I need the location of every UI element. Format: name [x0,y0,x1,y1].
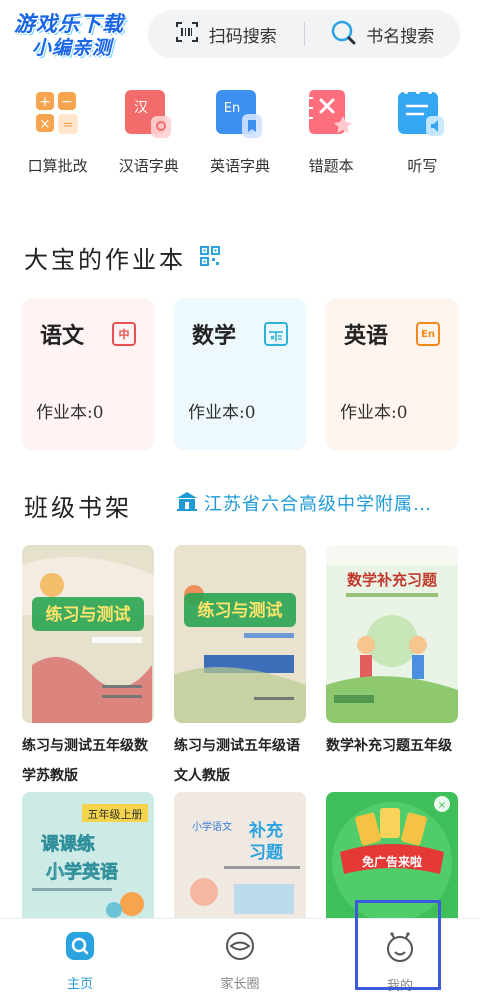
watermark-logo: 游戏乐下载 小编亲测 [14,12,154,64]
english-dictionary-icon: En [214,88,266,140]
search-icon [330,19,356,50]
tools-row: + − × = 口算批改 汉 汉语字典 En 英语字典 错题本 听写 [0,88,480,218]
cover-title: 练习与测试 [198,600,283,621]
book-search-button[interactable]: 书名搜索 [305,10,461,58]
nav-label: 主页 [66,977,93,992]
svg-text:补充: 补充 [248,820,283,841]
scan-search-label: 扫码搜索 [208,26,277,47]
cover-tag: 小学语文 [192,820,232,833]
tool-oral-calc[interactable]: + − × = 口算批改 [18,88,98,218]
book-search-label: 书名搜索 [366,26,435,47]
ad-label: 免广告来啦 [362,854,422,869]
homework-count: 作业本:0 [36,403,104,423]
homework-title: 大宝的作业本 [24,246,186,274]
tool-label: 听写 [407,157,438,175]
watermark-line-1: 游戏乐下载 [14,12,124,36]
subject-card-math[interactable]: 数学 作业本:0 [174,298,306,450]
book-cover: 数学补充习题 [326,545,458,723]
school-selector[interactable]: 江苏省六合高级中学附属… [176,490,432,516]
tool-label: 口算批改 [27,157,88,175]
book-item[interactable]: 练习与测试 练习与测试五年级语文人教版 [174,545,306,791]
svg-text:+: + [39,94,51,110]
tool-label: 汉语字典 [118,157,179,175]
dictation-icon [396,88,448,140]
chinese-dictionary-icon: 汉 [123,88,175,140]
tool-label: 错题本 [308,157,354,175]
nav-parent-circle[interactable]: 家长圈 [160,919,320,994]
subject-name: 英语 [344,323,389,349]
tool-label: 英语字典 [209,157,270,175]
school-building-icon [176,491,198,516]
svg-text:=: = [62,118,73,133]
highlight-box [355,900,441,990]
book-title: 练习与测试五年级数学苏教版 [22,738,148,784]
bookshelf-row-1: 练习与测试 练习与测试五年级数学苏教版 练习与测试 练习与测试五年级语文人教版 [22,545,458,791]
tool-dictation[interactable]: 听写 [382,88,462,218]
homework-count: 作业本:0 [188,403,256,423]
subject-name: 数学 [192,323,237,349]
svg-text:习题: 习题 [249,843,284,863]
qr-code-icon[interactable] [200,244,220,272]
search-bar: 扫码搜索 书名搜索 [148,10,460,58]
subject-card-chinese[interactable]: 语文 中 作业本:0 [22,298,154,450]
tool-chinese-dictionary[interactable]: 汉 汉语字典 [109,88,189,218]
subject-name: 语文 [40,323,85,349]
mistake-book-icon [305,88,357,140]
book-cover: 小学语文 补充 习题 [174,792,306,922]
parent-circle-icon [224,931,256,965]
school-name: 江苏省六合高级中学附属… [204,494,432,515]
book-item[interactable]: 五年级上册 课课练 小学英语 [22,792,154,922]
scan-search-button[interactable]: 扫码搜索 [148,10,304,58]
nav-home[interactable]: 主页 [0,919,160,994]
svg-text:En: En [224,101,240,116]
svg-text:小学英语: 小学英语 [46,861,118,883]
book-title: 数学补充习题五年级 [326,738,452,754]
cover-title: 练习与测试 [46,604,131,625]
book-cover: 五年级上册 课课练 小学英语 [22,792,154,922]
subject-card-english[interactable]: 英语 En 作业本:0 [326,298,458,450]
book-cover: 练习与测试 [22,545,154,723]
book-title: 练习与测试五年级语文人教版 [174,738,300,784]
chinese-badge-icon: 中 [112,322,136,346]
cover-tag: 五年级上册 [88,807,143,821]
svg-text:×: × [39,117,50,132]
svg-text:−: − [61,94,73,110]
book-cover: 练习与测试 [174,545,306,723]
calculator-icon: + − × = [32,88,84,140]
nav-label: 家长圈 [220,977,260,992]
home-search-icon [65,931,95,965]
book-item[interactable]: 数学补充习题 数学补充习题五年级 [326,545,458,791]
math-badge-icon [264,322,288,346]
svg-text:汉: 汉 [134,100,148,116]
book-item[interactable]: 练习与测试 练习与测试五年级数学苏教版 [22,545,154,791]
svg-text:课课练: 课课练 [41,833,95,855]
header: 游戏乐下载 小编亲测 扫码搜索 书名搜索 [0,0,480,72]
scan-barcode-icon [175,21,199,48]
tool-english-dictionary[interactable]: En 英语字典 [200,88,280,218]
cover-title: 数学补充习题 [347,571,438,589]
tool-mistake-book[interactable]: 错题本 [291,88,371,218]
svg-text:×: × [438,800,446,811]
book-item[interactable]: 小学语文 补充 习题 [174,792,306,922]
subject-cards: 语文 中 作业本:0 数学 作业本:0 英语 En 作业本:0 [22,298,458,450]
watermark-line-2: 小编亲测 [32,37,113,59]
homework-section-header: 大宝的作业本 [24,240,220,275]
homework-count: 作业本:0 [340,403,408,423]
english-badge-icon: En [416,322,440,346]
shelf-title: 班级书架 [24,494,132,522]
